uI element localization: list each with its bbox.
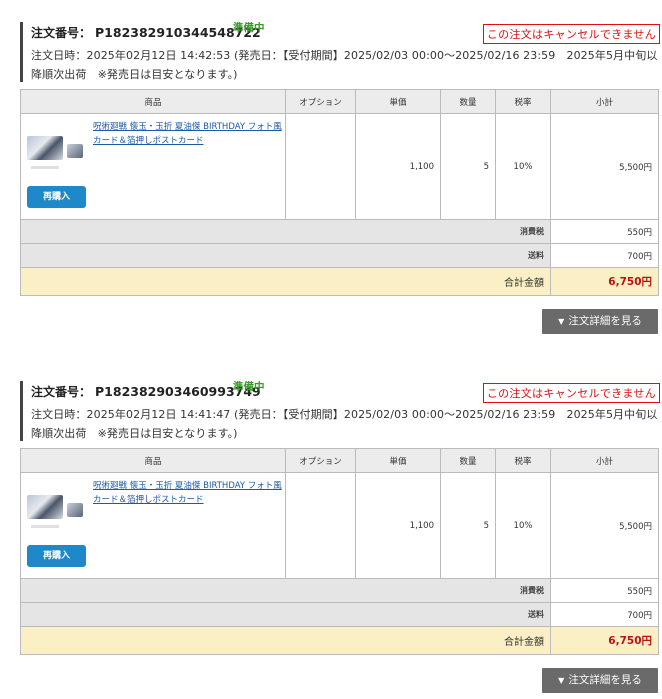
total-row: 合計金額 6,750円: [20, 626, 659, 655]
table-header-row: 商品 オプション 単価 数量 税率 小計: [20, 448, 659, 473]
order-items-table: 商品 オプション 単価 数量 税率 小計 呪術廻戦 懐玉・玉折 夏油傑 BIRT…: [20, 89, 659, 296]
subtotal-cell: 5,500円: [550, 472, 659, 579]
rebuy-button[interactable]: 再購入: [27, 545, 86, 567]
order-detail-button-label: 注文詳細を見る: [568, 674, 642, 686]
tax-label: 消費税: [20, 219, 551, 244]
triangle-down-icon: ▼: [558, 317, 565, 326]
cancel-not-allowed-notice: この注文はキャンセルできません: [482, 24, 660, 44]
triangle-down-icon: ▼: [558, 676, 565, 685]
tax-value: 550円: [550, 219, 659, 244]
order-datetime-label: 注文日時：: [31, 408, 87, 421]
order-datetime: 2025年02月12日 14:42:53 (発売日：【受付期間】2025/02/…: [31, 49, 658, 81]
order-number-label: 注文番号：: [31, 26, 92, 40]
tax-label: 消費税: [20, 578, 551, 603]
order-datetime-line: 注文日時：2025年02月12日 14:41:47 (発売日：【受付期間】202…: [31, 405, 661, 443]
tax-row: 消費税 550円: [20, 219, 659, 244]
shipping-value: 700円: [550, 602, 659, 627]
total-value: 6,750円: [550, 626, 659, 655]
product-thumbnail[interactable]: [27, 130, 85, 178]
column-header-product: 商品: [20, 448, 286, 473]
column-header-unit-price: 単価: [355, 448, 441, 473]
table-row: 呪術廻戦 懐玉・玉折 夏油傑 BIRTHDAY フォト風カード＆箔押しポストカー…: [20, 113, 659, 220]
shipping-value: 700円: [550, 243, 659, 268]
order-header: 注文番号： P182382903460993749 準備中 この注文はキャンセルで…: [20, 381, 660, 441]
column-header-subtotal: 小計: [550, 89, 659, 114]
column-header-tax-rate: 税率: [495, 448, 551, 473]
order-number-line: 注文番号： P182382910344548722: [31, 24, 261, 41]
order-number-label: 注文番号：: [31, 385, 92, 399]
tax-value: 550円: [550, 578, 659, 603]
rebuy-button[interactable]: 再購入: [27, 186, 86, 208]
order-detail-button[interactable]: ▼ 注文詳細を見る: [542, 309, 658, 334]
subtotal-cell: 5,500円: [550, 113, 659, 220]
shipping-row: 送料 700円: [20, 243, 659, 268]
table-row: 呪術廻戦 懐玉・玉折 夏油傑 BIRTHDAY フォト風カード＆箔押しポストカー…: [20, 472, 659, 579]
shipping-label: 送料: [20, 243, 551, 268]
product-cell: 呪術廻戦 懐玉・玉折 夏油傑 BIRTHDAY フォト風カード＆箔押しポストカー…: [20, 113, 286, 220]
total-label: 合計金額: [20, 626, 551, 655]
shipping-label: 送料: [20, 602, 551, 627]
quantity-cell: 5: [440, 472, 496, 579]
cancel-not-allowed-notice: この注文はキャンセルできません: [482, 383, 660, 403]
product-thumbnail[interactable]: [27, 489, 85, 537]
order-header: 注文番号： P182382910344548722 準備中 この注文はキャンセルで…: [20, 22, 660, 82]
order-detail-button-label: 注文詳細を見る: [568, 315, 642, 327]
column-header-quantity: 数量: [440, 448, 496, 473]
product-title-link[interactable]: 呪術廻戦 懐玉・玉折 夏油傑 BIRTHDAY フォト風カード＆箔押しポストカー…: [93, 479, 285, 507]
column-header-option: オプション: [285, 448, 356, 473]
column-header-tax-rate: 税率: [495, 89, 551, 114]
status-badge: 準備中: [233, 381, 265, 393]
column-header-option: オプション: [285, 89, 356, 114]
order-datetime: 2025年02月12日 14:41:47 (発売日：【受付期間】2025/02/…: [31, 408, 658, 440]
tax-row: 消費税 550円: [20, 578, 659, 603]
option-cell: [285, 113, 356, 220]
order-datetime-label: 注文日時：: [31, 49, 87, 62]
table-header-row: 商品 オプション 単価 数量 税率 小計: [20, 89, 659, 114]
column-header-unit-price: 単価: [355, 89, 441, 114]
column-header-product: 商品: [20, 89, 286, 114]
shipping-row: 送料 700円: [20, 602, 659, 627]
total-value: 6,750円: [550, 267, 659, 296]
tax-rate-cell: 10%: [495, 472, 551, 579]
status-badge: 準備中: [233, 22, 265, 34]
quantity-cell: 5: [440, 113, 496, 220]
total-row: 合計金額 6,750円: [20, 267, 659, 296]
unit-price-cell: 1,100: [355, 113, 441, 220]
order-datetime-line: 注文日時：2025年02月12日 14:42:53 (発売日：【受付期間】202…: [31, 46, 661, 84]
unit-price-cell: 1,100: [355, 472, 441, 579]
order-items-table: 商品 オプション 単価 数量 税率 小計 呪術廻戦 懐玉・玉折 夏油傑 BIRT…: [20, 448, 659, 655]
column-header-subtotal: 小計: [550, 448, 659, 473]
product-title-link[interactable]: 呪術廻戦 懐玉・玉折 夏油傑 BIRTHDAY フォト風カード＆箔押しポストカー…: [93, 120, 285, 148]
order-number-line: 注文番号： P182382903460993749: [31, 383, 261, 400]
option-cell: [285, 472, 356, 579]
total-label: 合計金額: [20, 267, 551, 296]
tax-rate-cell: 10%: [495, 113, 551, 220]
product-cell: 呪術廻戦 懐玉・玉折 夏油傑 BIRTHDAY フォト風カード＆箔押しポストカー…: [20, 472, 286, 579]
column-header-quantity: 数量: [440, 89, 496, 114]
order-detail-button[interactable]: ▼ 注文詳細を見る: [542, 668, 658, 693]
